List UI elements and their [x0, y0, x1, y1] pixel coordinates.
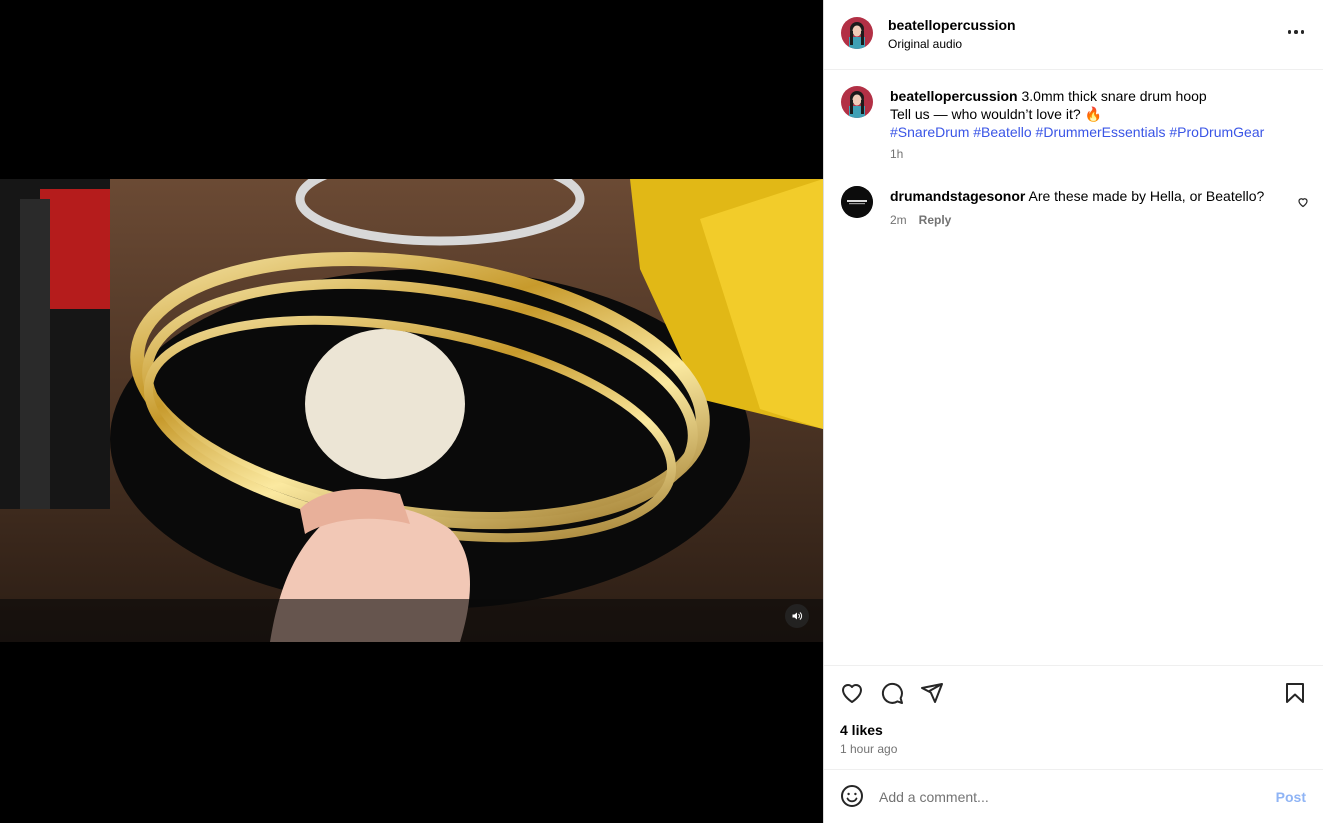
reply-button[interactable]: Reply	[919, 213, 952, 227]
author-avatar[interactable]	[841, 17, 873, 49]
caption-hashtags: #SnareDrum #Beatello #DrummerEssentials …	[890, 124, 1264, 140]
comment-bubble-icon	[881, 682, 903, 704]
heart-icon	[842, 684, 862, 703]
more-options-button[interactable]	[1287, 26, 1304, 38]
post-comment-button[interactable]: Post	[1276, 789, 1306, 805]
volume-icon	[792, 612, 803, 620]
caption-username[interactable]: beatellopercussion	[890, 88, 1018, 104]
like-button[interactable]	[840, 681, 864, 710]
comments-section: beatellopercussion 3.0mm thick snare dru…	[824, 71, 1323, 665]
comment-button[interactable]	[880, 681, 904, 710]
add-comment-bar: Post	[824, 769, 1323, 823]
commenter-username[interactable]: drumandstagesonor	[890, 188, 1025, 204]
post-header: beatellopercussion Original audio	[824, 0, 1323, 70]
hashtag-link[interactable]: #SnareDrum	[890, 124, 969, 140]
post-timestamp[interactable]: 1 hour ago	[840, 742, 897, 756]
hashtag-link[interactable]: #DrummerEssentials	[1036, 124, 1166, 140]
save-button[interactable]	[1283, 681, 1307, 710]
hashtag-link[interactable]: #Beatello	[973, 124, 1031, 140]
audio-label[interactable]: Original audio	[888, 37, 962, 51]
bookmark-icon	[1286, 683, 1304, 703]
comment-meta: 2m Reply	[890, 213, 951, 227]
caption-timestamp[interactable]: 1h	[890, 147, 903, 161]
more-horizontal-icon	[1287, 30, 1291, 34]
post-actions: 4 likes 1 hour ago	[824, 665, 1323, 770]
caption-avatar-image	[841, 86, 873, 118]
post-side-panel: beatellopercussion Original audio beatel…	[823, 0, 1323, 823]
video-frame-drawing	[0, 179, 823, 642]
hashtag-link[interactable]: #ProDrumGear	[1169, 124, 1264, 140]
share-button[interactable]	[920, 681, 944, 710]
comment-input[interactable]	[879, 784, 1249, 810]
comment-body: Are these made by Hella, or Beatello?	[1028, 188, 1265, 204]
media-area	[0, 0, 823, 823]
comment-text: drumandstagesonor Are these made by Hell…	[890, 187, 1264, 205]
comment-like-button[interactable]	[1297, 195, 1309, 213]
comment-timestamp[interactable]: 2m	[890, 213, 907, 227]
emoji-button[interactable]	[840, 784, 864, 813]
smiley-icon	[841, 785, 863, 807]
reel-video[interactable]	[0, 179, 823, 642]
caption-avatar[interactable]	[841, 86, 873, 118]
caption-line-1: 3.0mm thick snare drum hoop	[1021, 88, 1207, 104]
caption-line-2: Tell us — who wouldn’t love it? 🔥	[890, 106, 1102, 122]
volume-button[interactable]	[785, 604, 809, 628]
author-avatar-image	[841, 17, 873, 49]
heart-icon	[1298, 198, 1308, 208]
author-username[interactable]: beatellopercussion	[888, 17, 1016, 33]
like-count[interactable]: 4 likes	[840, 722, 883, 738]
commenter-avatar-image	[841, 186, 873, 218]
commenter-avatar[interactable]	[841, 186, 873, 218]
caption-text: beatellopercussion 3.0mm thick snare dru…	[890, 87, 1310, 141]
paper-plane-icon	[921, 683, 943, 703]
